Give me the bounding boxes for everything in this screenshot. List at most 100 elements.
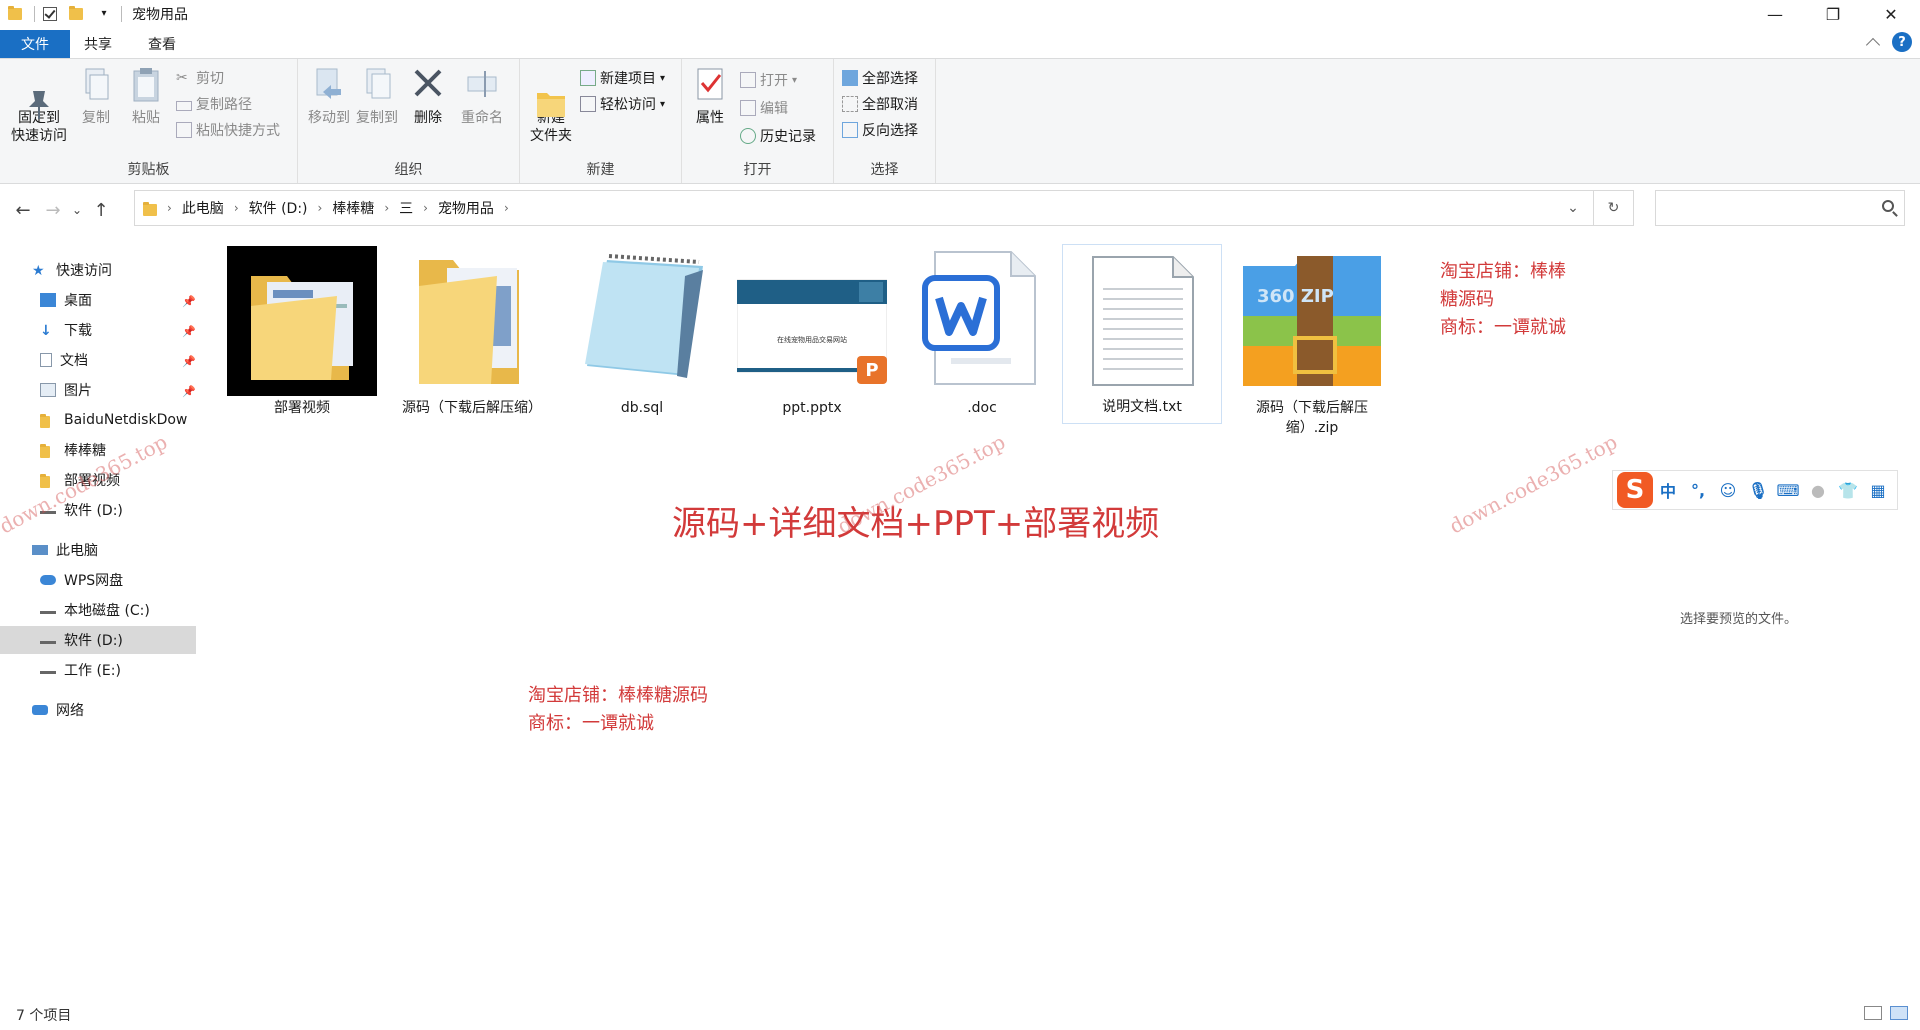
navigation-pane: ★ 快速访问 桌面 📌 ↓ 下载 📌 文档 📌 图片 📌 BaiduNetdiskDow…	[0, 250, 196, 990]
computer-icon	[32, 545, 48, 555]
sidebar-item-downloads[interactable]: ↓ 下载 📌	[0, 316, 196, 344]
new-folder-button[interactable]: 新建 文件夹	[524, 65, 578, 145]
edit-button[interactable]: 编辑	[740, 97, 788, 119]
folder-icon	[40, 443, 56, 458]
copy-button[interactable]: 复制	[76, 65, 116, 127]
zip-archive-icon: 360 ZIP	[1237, 246, 1387, 396]
history-button[interactable]: 历史记录	[740, 125, 816, 147]
address-dropdown-chevron-icon[interactable]: ⌄	[1553, 191, 1593, 225]
recent-locations-chevron-icon[interactable]: ⌄	[68, 195, 86, 225]
file-item-doc[interactable]: .doc	[902, 246, 1062, 418]
select-all-button[interactable]: 全部选择	[842, 67, 918, 89]
copy-path-button[interactable]: 复制路径	[176, 93, 252, 115]
help-icon[interactable]: ?	[1892, 32, 1912, 52]
easy-access-icon	[580, 96, 596, 112]
paste-shortcut-button[interactable]: 粘贴快捷方式	[176, 119, 280, 141]
paste-button[interactable]: 粘贴	[126, 65, 166, 127]
close-button[interactable]: ✕	[1862, 0, 1920, 28]
folder-icon	[143, 201, 157, 216]
ribbon-tabs: 文件 主页 共享 查看 ?	[0, 30, 1920, 58]
maximize-button[interactable]: ❐	[1804, 0, 1862, 28]
ime-language-toggle[interactable]: 中	[1653, 475, 1683, 505]
ribbon: 固定到 快速访问 复制 粘贴 ✂剪切 复制路径 粘贴快捷方式 剪贴板	[0, 58, 1920, 184]
details-view-icon[interactable]	[1864, 1006, 1882, 1020]
crumb-bangbangtang[interactable]: 棒棒糖	[332, 198, 374, 218]
minimize-button[interactable]: —	[1746, 0, 1804, 28]
copy-label: 复制	[82, 110, 110, 126]
select-none-button[interactable]: 全部取消	[842, 93, 918, 115]
skin-shirt-icon[interactable]: 👕	[1833, 475, 1863, 505]
cloud-icon	[40, 575, 56, 585]
search-box[interactable]	[1655, 190, 1905, 226]
pin-icon[interactable]: 📌	[182, 295, 196, 308]
paste-shortcut-icon	[176, 122, 192, 138]
search-input[interactable]	[1664, 191, 1864, 223]
new-folder-quick-icon[interactable]	[69, 5, 87, 23]
back-arrow-icon[interactable]: ←	[8, 195, 38, 225]
rename-button[interactable]: 重命名	[456, 65, 508, 127]
user-icon[interactable]: ●	[1803, 475, 1833, 505]
sidebar-item-this-pc[interactable]: 此电脑	[0, 536, 196, 564]
select-none-icon	[842, 96, 858, 112]
crumb-drive-d[interactable]: 软件 (D:)	[249, 198, 308, 218]
copy-to-button[interactable]: 复制到	[354, 65, 400, 127]
pin-icon[interactable]: 📌	[182, 325, 196, 338]
move-to-button[interactable]: 移动到	[306, 65, 352, 127]
file-item-source-zip[interactable]: 360 ZIP 源码（下载后解压缩）.zip	[1232, 246, 1392, 438]
delete-button[interactable]: 删除	[408, 65, 448, 127]
sidebar-item-wps-cloud[interactable]: WPS网盘	[0, 566, 196, 594]
address-bar[interactable]: › 此电脑 › 软件 (D:) › 棒棒糖 › 三 › 宠物用品 › ⌄ ↻	[134, 190, 1634, 226]
file-item-ppt[interactable]: 在线宠物用品交易网站 P ppt.pptx	[732, 246, 892, 418]
folder-icon	[397, 246, 547, 396]
tab-file[interactable]: 文件	[0, 30, 70, 58]
file-item-readme-txt[interactable]: 说明文档.txt	[1062, 244, 1222, 424]
crumb-pet-supplies[interactable]: 宠物用品	[438, 198, 494, 218]
file-item-source-folder[interactable]: 源码（下载后解压缩）	[392, 246, 552, 418]
sidebar-item-quick-access[interactable]: ★ 快速访问	[0, 256, 196, 284]
pin-icon[interactable]: 📌	[182, 385, 196, 398]
invert-selection-button[interactable]: 反向选择	[842, 119, 918, 141]
open-group-label: 打开	[743, 162, 772, 178]
copy-to-icon	[359, 65, 395, 105]
move-to-icon	[311, 65, 347, 105]
scissors-icon: ✂	[176, 70, 188, 86]
sidebar-item-network[interactable]: 网络	[0, 696, 196, 724]
crumb-this-pc[interactable]: 此电脑	[182, 198, 224, 218]
new-item-button[interactable]: 新建项目 ▾	[580, 67, 665, 89]
emoji-icon[interactable]: ☺	[1713, 475, 1743, 505]
pin-icon[interactable]: 📌	[182, 355, 196, 368]
file-item-deploy-video[interactable]: 部署视频	[222, 246, 382, 418]
pin-quick-access-button[interactable]: 固定到 快速访问	[6, 65, 72, 145]
document-icon	[40, 353, 52, 367]
paste-icon	[128, 65, 164, 105]
sidebar-item-drive-c[interactable]: 本地磁盘 (C:)	[0, 596, 196, 624]
tab-share[interactable]: 共享	[66, 30, 130, 58]
sogou-logo-icon[interactable]: S	[1617, 472, 1653, 508]
up-arrow-icon[interactable]: ↑	[86, 195, 116, 225]
refresh-icon[interactable]: ↻	[1593, 191, 1633, 225]
sidebar-item-desktop[interactable]: 桌面 📌	[0, 286, 196, 314]
star-icon: ★	[32, 263, 45, 279]
easy-access-button[interactable]: 轻松访问 ▾	[580, 93, 665, 115]
file-item-db-sql[interactable]: db.sql	[562, 246, 722, 418]
quick-access-dropdown-icon[interactable]: ▾	[95, 5, 113, 23]
sidebar-item-baidunetdisk[interactable]: BaiduNetdiskDow	[0, 406, 196, 434]
sidebar-item-drive-e[interactable]: 工作 (E:)	[0, 656, 196, 684]
sidebar-item-documents[interactable]: 文档 📌	[0, 346, 196, 374]
forward-arrow-icon[interactable]: →	[38, 195, 68, 225]
open-button[interactable]: 打开 ▾	[740, 69, 797, 91]
sidebar-item-drive-d[interactable]: 软件 (D:)	[0, 626, 196, 654]
crumb-san[interactable]: 三	[399, 198, 413, 218]
toolbox-grid-icon[interactable]: ▦	[1863, 475, 1893, 505]
collapse-ribbon-icon[interactable]	[1865, 37, 1881, 52]
organize-group: 移动到 复制到 删除 重命名 组织	[298, 59, 520, 183]
cut-button[interactable]: ✂ 剪切	[176, 67, 224, 89]
keyboard-icon[interactable]: ⌨	[1773, 475, 1803, 505]
microphone-icon[interactable]: 🎙	[1743, 475, 1773, 505]
large-icons-view-icon[interactable]	[1890, 1006, 1908, 1020]
properties-button[interactable]: 属性	[690, 65, 730, 127]
properties-quick-icon[interactable]	[43, 5, 61, 23]
ime-punctuation-toggle[interactable]: °,	[1683, 475, 1713, 505]
tab-view[interactable]: 查看	[130, 30, 194, 58]
sidebar-item-pictures[interactable]: 图片 📌	[0, 376, 196, 404]
